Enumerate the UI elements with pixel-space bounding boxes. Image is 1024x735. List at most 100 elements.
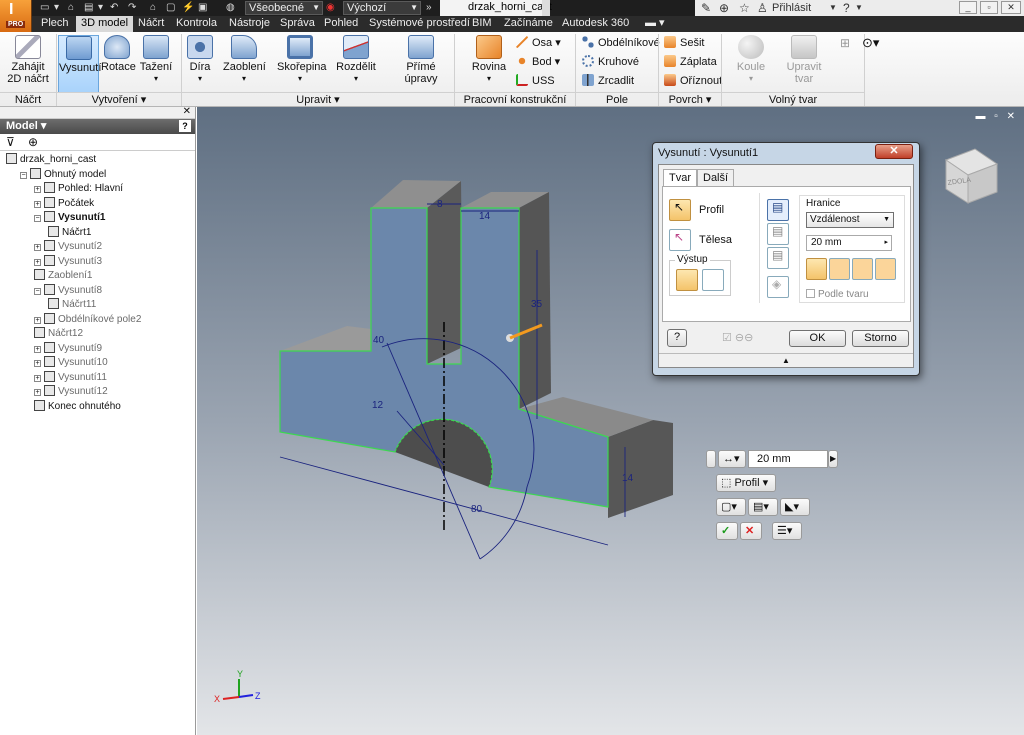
dim-14-right[interactable]: 14 xyxy=(622,473,634,484)
expand-icon[interactable]: + xyxy=(34,374,41,382)
output-solid-button[interactable] xyxy=(676,269,698,291)
dialog-close-button[interactable]: ✕ xyxy=(875,144,913,159)
dim-8[interactable]: 8 xyxy=(437,199,443,210)
direction-button[interactable]: ▤▾ xyxy=(748,498,778,516)
tab-sketch[interactable]: Náčrt xyxy=(133,16,169,32)
cut-button[interactable]: ▤ xyxy=(767,223,789,245)
document-tab[interactable]: drzak_horni_cast xyxy=(440,0,552,16)
tab-view[interactable]: Pohled xyxy=(319,16,363,32)
direct-edit-button[interactable]: Přímé úpravy xyxy=(390,35,452,85)
mini-toolbar-grip[interactable] xyxy=(706,450,716,468)
preview-toggle-icon[interactable]: ☑ ⊖⊖ xyxy=(722,331,753,344)
restore-button[interactable]: ▫ xyxy=(980,1,998,14)
help-icon[interactable]: ? xyxy=(843,1,850,15)
tree-node[interactable]: + Vysunutí10 xyxy=(34,356,108,370)
tab-shape[interactable]: Tvar xyxy=(663,169,697,186)
mini-cancel-button[interactable]: ✕ xyxy=(740,522,762,540)
panel-options-icon[interactable]: ⊙▾ xyxy=(862,35,879,51)
tree-node[interactable]: + Vysunutí9 xyxy=(34,341,102,356)
minimize-button[interactable]: _ xyxy=(959,1,977,14)
tab-environments[interactable]: Systémové prostředí xyxy=(364,16,475,32)
group-surface[interactable]: Povrch ▾ xyxy=(659,92,721,106)
tree-node[interactable]: − Vysunutí8 xyxy=(34,283,102,298)
new-file-icon[interactable]: ▭ xyxy=(40,2,52,13)
close-app-button[interactable]: ✕ xyxy=(1001,1,1021,14)
viewcube[interactable]: ZDOLA xyxy=(944,148,999,204)
expand-icon[interactable]: + xyxy=(34,345,41,353)
tab-get-started[interactable]: Začínáme xyxy=(499,16,558,32)
tree-node[interactable]: + Vysunutí12 xyxy=(34,385,108,399)
mini-distance-input[interactable]: 20 mm xyxy=(748,450,828,468)
cancel-button[interactable]: Storno xyxy=(852,330,909,347)
tab-bim[interactable]: BIM xyxy=(467,16,497,32)
fillet-dropdown-icon[interactable]: ▾ xyxy=(223,73,265,85)
find-binoculars-icon[interactable]: ⊕ xyxy=(28,135,38,149)
mini-options-button[interactable]: ☰▾ xyxy=(772,522,802,540)
expand-icon[interactable]: + xyxy=(34,389,41,396)
expand-icon[interactable]: + xyxy=(34,186,41,193)
asymmetric-button[interactable] xyxy=(875,258,896,280)
tree-node[interactable]: + Počátek xyxy=(34,196,94,211)
extent-button[interactable]: ◣▾ xyxy=(780,498,810,516)
dim-14-top[interactable]: 14 xyxy=(479,211,491,222)
expand-icon[interactable]: + xyxy=(34,244,41,251)
tab-tools[interactable]: Nástroje xyxy=(224,16,275,32)
split-dropdown-icon[interactable]: ▾ xyxy=(336,73,376,85)
point-button[interactable]: Bod ▾ xyxy=(516,55,560,69)
rectangular-pattern-button[interactable]: Obdélníkové xyxy=(582,36,660,50)
sweep-button[interactable]: Tažení ▾ xyxy=(139,35,173,85)
sphere-button[interactable]: Koule ▾ xyxy=(736,35,766,85)
bodies-select-button[interactable]: ↖ xyxy=(669,229,691,251)
update-icon[interactable]: ⚡ xyxy=(182,2,194,13)
shell-button[interactable]: Skořepina ▾ xyxy=(277,35,327,85)
axis-button[interactable]: Osa ▾ xyxy=(516,36,561,50)
plane-dropdown-icon[interactable]: ▾ xyxy=(470,73,508,85)
tab-more[interactable]: Další xyxy=(697,169,735,186)
part-body[interactable] xyxy=(279,180,673,518)
expand-icon[interactable]: + xyxy=(34,258,41,266)
tree-node[interactable]: Náčrt12 xyxy=(34,327,83,341)
mirror-button[interactable]: Zrcadlit xyxy=(582,74,634,88)
save-icon[interactable]: ▤ xyxy=(84,2,96,13)
style-combo[interactable]: Všeobecné ▼ xyxy=(245,1,323,15)
close-browser-icon[interactable]: ✕ xyxy=(183,107,191,117)
material-icon[interactable]: ◍ xyxy=(226,2,238,13)
tab-inspect[interactable]: Kontrola xyxy=(171,16,222,32)
favorite-star-icon[interactable]: ☆ xyxy=(739,1,750,15)
tab-manage[interactable]: Správa xyxy=(275,16,320,32)
split-button[interactable]: Rozdělit ▾ xyxy=(336,35,376,85)
convert-icon[interactable]: ⊞ xyxy=(840,36,850,50)
profile-select-button[interactable]: ↖ xyxy=(669,199,691,221)
tab-3d-model[interactable]: 3D model xyxy=(76,16,134,32)
dim-12[interactable]: 12 xyxy=(372,400,384,411)
application-menu-button[interactable]: I PRO xyxy=(0,0,32,32)
match-shape-checkbox[interactable]: Podle tvaru xyxy=(806,289,869,300)
collapse-icon[interactable]: − xyxy=(34,215,41,222)
tree-node[interactable]: Náčrt1 xyxy=(48,225,91,240)
dim-35[interactable]: 35 xyxy=(531,299,543,310)
sweep-dropdown-icon[interactable]: ▾ xyxy=(139,73,173,85)
redo-icon[interactable]: ↷ xyxy=(128,2,140,13)
more-tabs-icon[interactable]: » xyxy=(426,2,438,13)
plane-button[interactable]: Rovina ▾ xyxy=(470,35,508,85)
dialog-help-button[interactable]: ? xyxy=(667,329,687,347)
circular-pattern-button[interactable]: Kruhové xyxy=(582,55,639,69)
distance-arrow-icon[interactable]: ▶ xyxy=(828,450,838,468)
distance-arrow-icon[interactable]: ▸ xyxy=(884,236,888,250)
expand-icon[interactable]: + xyxy=(34,200,41,208)
expand-icon[interactable]: + xyxy=(34,316,41,324)
open-icon[interactable]: ⌂ xyxy=(68,2,80,13)
save-dropdown-icon[interactable]: ▾ xyxy=(98,2,110,13)
revolve-button[interactable]: Rotace xyxy=(101,35,136,73)
undo-icon[interactable]: ↶ xyxy=(110,2,122,13)
tree-node[interactable]: Náčrt11 xyxy=(48,298,96,312)
tree-node[interactable]: + Pohled: Hlavní xyxy=(34,182,123,196)
distance-input[interactable]: 20 mm ▸ xyxy=(806,235,892,251)
output-surface-button[interactable] xyxy=(702,269,724,291)
group-modify[interactable]: Upravit ▾ xyxy=(182,92,454,106)
ok-button[interactable]: OK xyxy=(789,330,846,347)
mini-profile-button[interactable]: ⬚ Profil ▾ xyxy=(716,474,776,492)
hole-dropdown-icon[interactable]: ▾ xyxy=(186,73,214,85)
new-dropdown-icon[interactable]: ▾ xyxy=(54,2,66,13)
tree-node[interactable]: + Vysunutí3 xyxy=(34,254,102,269)
